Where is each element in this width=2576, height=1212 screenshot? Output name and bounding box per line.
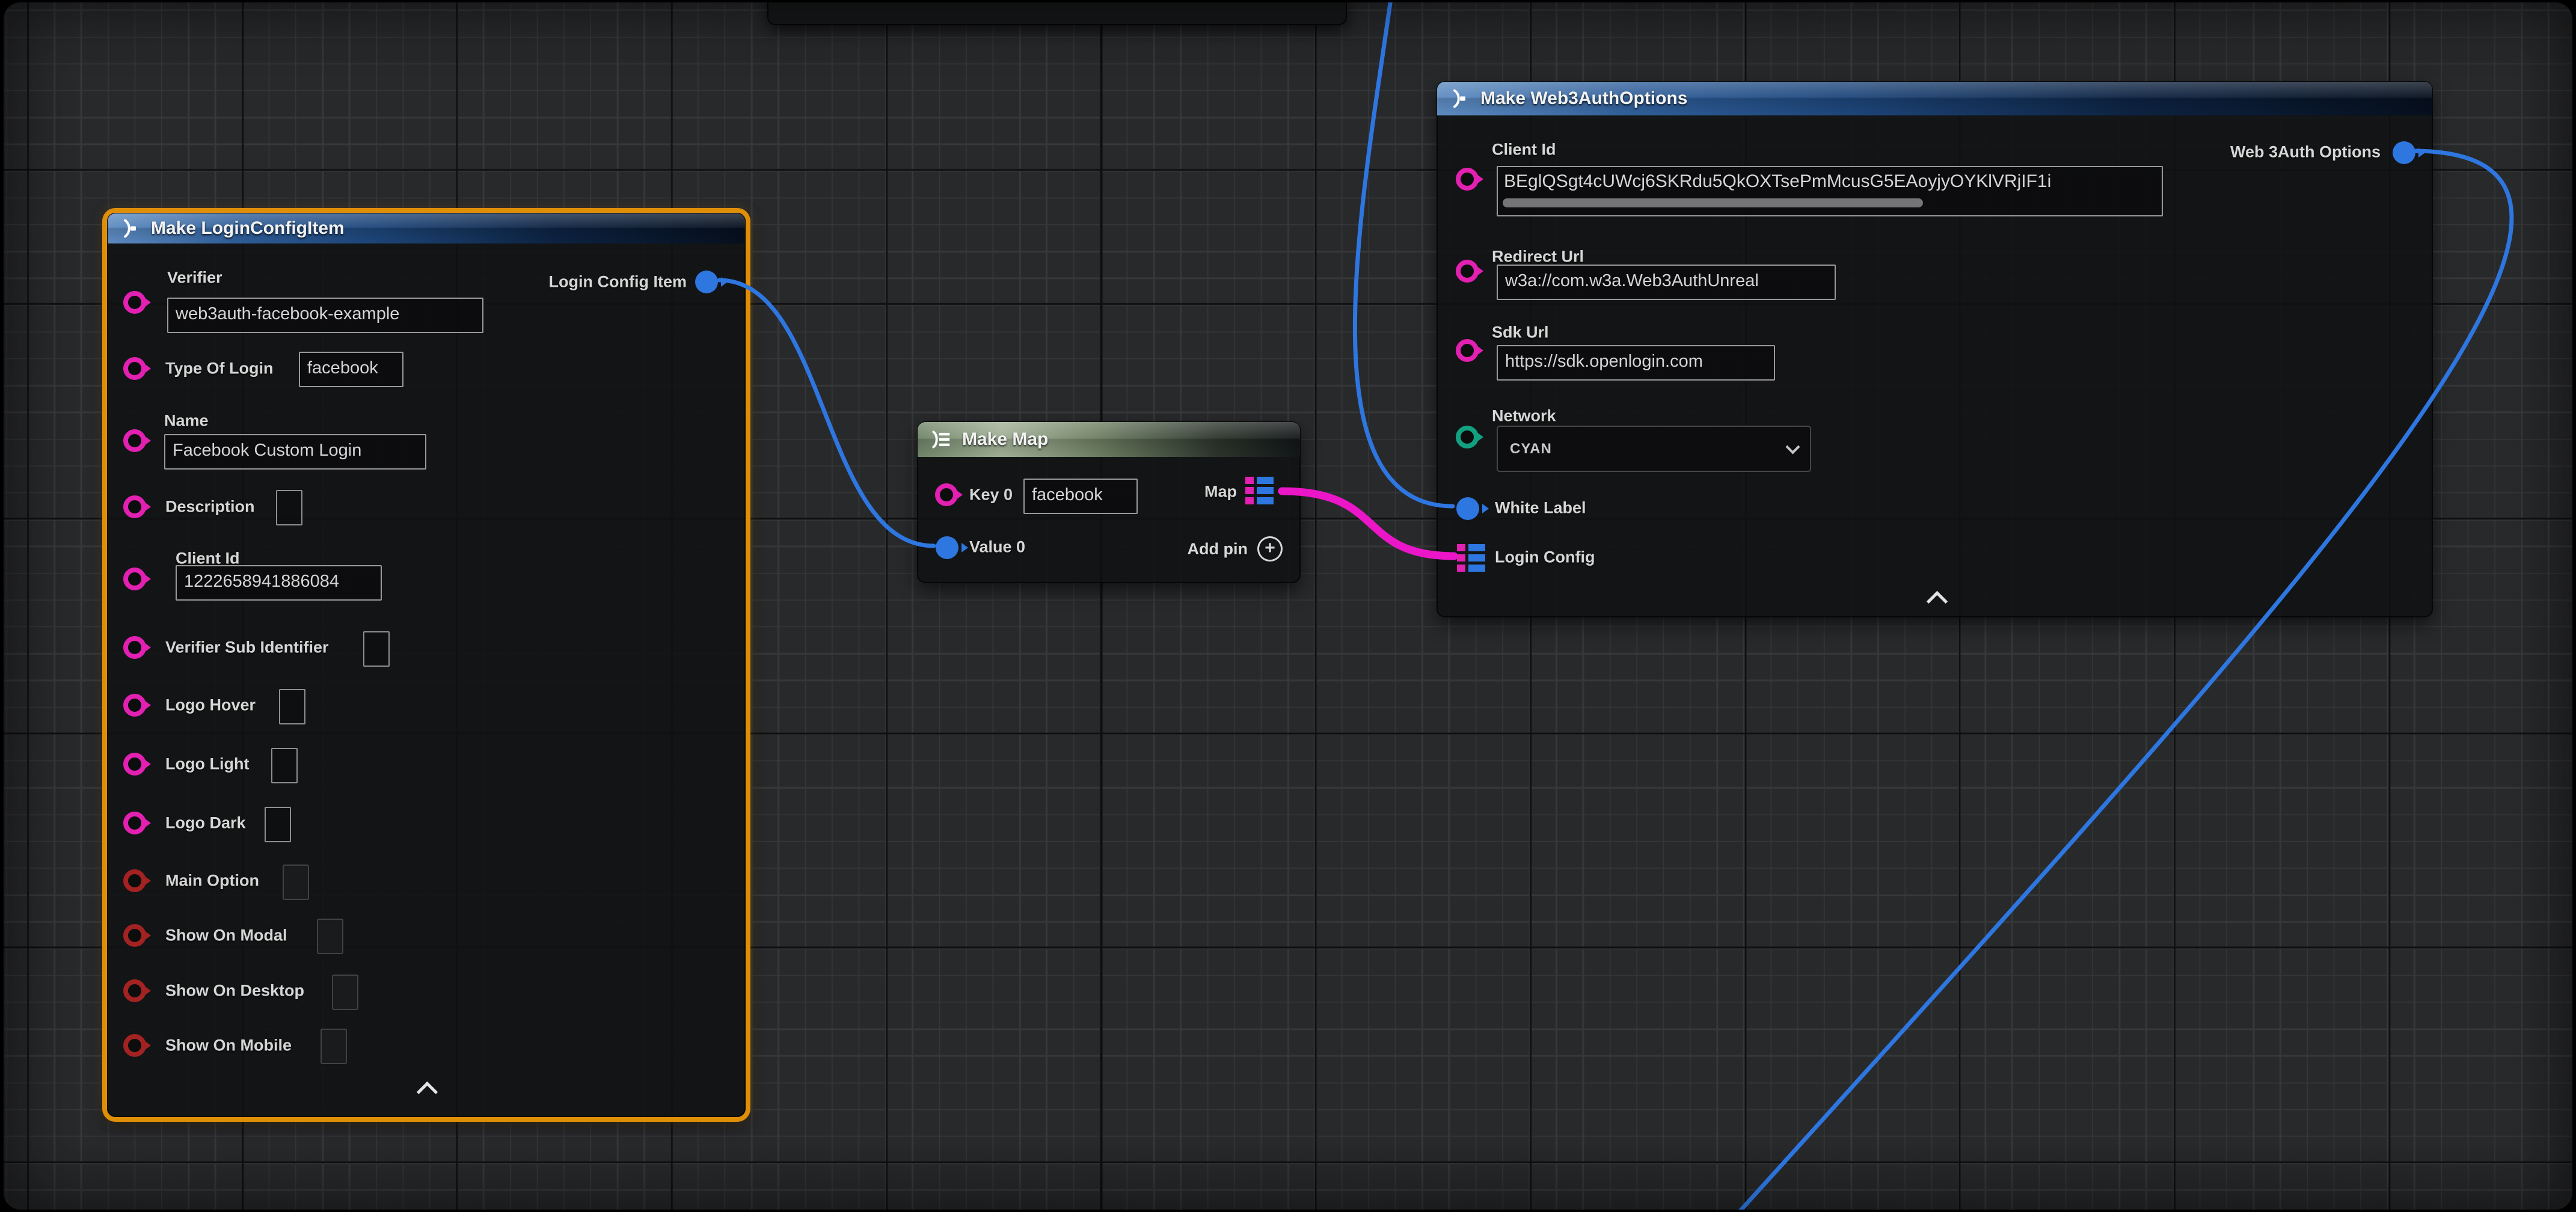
pin-label-login-config: Login Config: [1495, 548, 1595, 567]
node-header[interactable]: Make Map: [918, 422, 1300, 457]
make-struct-icon: [120, 218, 141, 239]
collapse-chevron-icon[interactable]: [1927, 591, 1948, 612]
pin-label-map-output: Map: [1204, 483, 1237, 501]
make-map-icon: [930, 428, 952, 451]
show-on-desktop-checkbox[interactable]: [332, 975, 358, 1010]
pin-name[interactable]: [123, 429, 146, 452]
node-make-map[interactable]: Make Map Key 0 facebook Map Value 0 Add …: [917, 421, 1301, 583]
node-header[interactable]: Make Web3AuthOptions: [1437, 82, 2432, 115]
pin-label-name: Name: [164, 412, 209, 430]
pin-show-on-desktop[interactable]: [123, 979, 146, 1002]
pin-show-on-mobile[interactable]: [123, 1034, 146, 1057]
pin-label-show-on-mobile: Show On Mobile: [165, 1036, 292, 1055]
pin-label-logo-hover: Logo Hover: [165, 696, 256, 715]
graph-canvas[interactable]: Make LoginConfigItem Login Config Item V…: [4, 2, 2572, 1210]
wire-login-config-item-to-value0[interactable]: [719, 280, 934, 546]
pin-label-main-option: Main Option: [165, 872, 259, 890]
pin-web3auth-options-output[interactable]: [2393, 141, 2415, 164]
node-make-loginconfigitem[interactable]: Make LoginConfigItem Login Config Item V…: [107, 213, 746, 1117]
pin-login-config[interactable]: [1457, 544, 1485, 572]
node-title: Make Map: [962, 429, 1048, 450]
pin-value0[interactable]: [936, 536, 958, 559]
pin-label-web3auth-options: Web 3Auth Options: [2230, 143, 2381, 162]
pin-label-logo-dark: Logo Dark: [165, 814, 246, 833]
key0-input[interactable]: facebook: [1023, 479, 1138, 514]
pin-show-on-modal[interactable]: [123, 924, 146, 947]
show-on-mobile-checkbox[interactable]: [320, 1029, 347, 1064]
pin-verifier-sub-identifier[interactable]: [123, 636, 146, 659]
add-pin-label: Add pin: [1188, 540, 1248, 559]
pin-label-show-on-desktop: Show On Desktop: [165, 982, 304, 1000]
show-on-modal-checkbox[interactable]: [317, 919, 343, 954]
pin-login-config-item-output[interactable]: [695, 271, 718, 293]
offscreen-node-top[interactable]: [767, 2, 1347, 25]
pin-label-login-config-item: Login Config Item: [549, 273, 687, 292]
pin-label-value0: Value 0: [969, 538, 1025, 557]
pin-logo-hover[interactable]: [123, 694, 146, 717]
pin-type-of-login[interactable]: [123, 357, 146, 380]
pin-verifier[interactable]: [123, 291, 146, 314]
pin-label-key0: Key 0: [969, 486, 1013, 504]
add-pin-icon: +: [1257, 536, 1283, 562]
pin-label-type-of-login: Type Of Login: [165, 360, 273, 378]
pin-label-network: Network: [1492, 407, 1556, 426]
pin-sdk-url[interactable]: [1456, 339, 1479, 362]
pin-label-logo-light: Logo Light: [165, 755, 249, 774]
network-dropdown[interactable]: CYAN: [1497, 426, 1811, 472]
chevron-down-icon: [1785, 439, 1800, 454]
logo-dark-input[interactable]: [265, 807, 291, 842]
node-header[interactable]: Make LoginConfigItem: [108, 213, 745, 243]
client-id-input[interactable]: BEglQSgt4cUWcj6SKRdu5QkOXTsePmMcusG5EAoy…: [1497, 166, 2163, 216]
pin-label-sdk-url: Sdk Url: [1492, 323, 1549, 342]
pin-network[interactable]: [1456, 426, 1479, 448]
pin-logo-light[interactable]: [123, 753, 146, 776]
pin-label-description: Description: [165, 498, 255, 516]
pin-client-id[interactable]: [1456, 168, 1479, 191]
pin-label-client-id: Client Id: [1492, 141, 1556, 159]
logo-light-input[interactable]: [271, 748, 298, 783]
verifier-input[interactable]: web3auth-facebook-example: [167, 298, 483, 333]
pin-label-white-label: White Label: [1495, 499, 1586, 518]
description-input[interactable]: [276, 490, 302, 525]
logo-hover-input[interactable]: [279, 689, 305, 724]
pin-label-verifier-sub-identifier: Verifier Sub Identifier: [165, 638, 329, 657]
main-option-checkbox[interactable]: [283, 865, 309, 900]
client-id-input[interactable]: 1222658941886084: [176, 565, 382, 601]
node-title: Make Web3AuthOptions: [1480, 88, 1687, 109]
network-selected-value: CYAN: [1510, 441, 1552, 458]
sdk-url-input[interactable]: https://sdk.openlogin.com: [1497, 345, 1775, 381]
verifier-sub-identifier-input[interactable]: [363, 631, 390, 667]
horizontal-scrollbar[interactable]: [1503, 198, 1923, 207]
pin-label-verifier: Verifier: [167, 269, 222, 287]
pin-white-label[interactable]: [1456, 497, 1479, 520]
collapse-chevron-icon[interactable]: [417, 1082, 438, 1103]
node-make-web3authoptions[interactable]: Make Web3AuthOptions Client Id BEglQSgt4…: [1437, 81, 2433, 617]
make-struct-icon: [1449, 88, 1471, 109]
pin-client-id[interactable]: [123, 568, 146, 590]
client-id-value: BEglQSgt4cUWcj6SKRdu5QkOXTsePmMcusG5EAoy…: [1498, 167, 2162, 196]
redirect-url-input[interactable]: w3a://com.w3a.Web3AuthUnreal: [1497, 265, 1836, 300]
pin-map-output[interactable]: [1245, 477, 1274, 504]
pin-logo-dark[interactable]: [123, 812, 146, 834]
pin-redirect-url[interactable]: [1456, 260, 1479, 283]
pin-label-redirect-url: Redirect Url: [1492, 248, 1584, 266]
node-title: Make LoginConfigItem: [151, 218, 345, 239]
add-pin-button[interactable]: Add pin +: [1188, 536, 1283, 562]
pin-main-option[interactable]: [123, 869, 146, 892]
wire-map-to-login-config[interactable]: [1282, 491, 1454, 556]
pin-key0[interactable]: [935, 483, 958, 506]
type-of-login-input[interactable]: facebook: [299, 352, 403, 387]
pin-description[interactable]: [123, 495, 146, 518]
pin-label-show-on-modal: Show On Modal: [165, 926, 287, 945]
name-input[interactable]: Facebook Custom Login: [164, 434, 426, 470]
